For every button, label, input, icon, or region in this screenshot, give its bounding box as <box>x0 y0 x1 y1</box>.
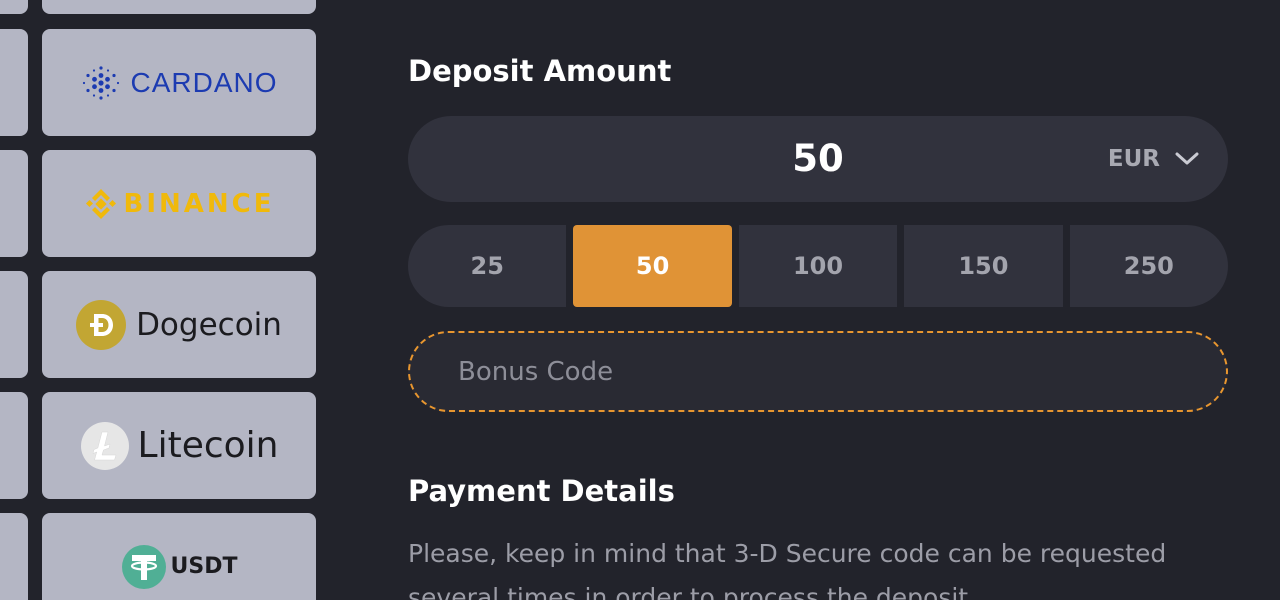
currency-select[interactable]: EUR <box>1108 116 1200 202</box>
method-tile-litecoin[interactable]: Litecoin <box>42 392 316 499</box>
method-tile-partial[interactable] <box>0 392 28 499</box>
currency-label: EUR <box>1107 146 1160 172</box>
method-tile-partial[interactable] <box>0 29 28 136</box>
method-tile-partial[interactable] <box>0 271 28 378</box>
method-tile-cardano[interactable]: CARDANO <box>42 29 316 136</box>
bonus-code-input[interactable]: Bonus Code <box>408 331 1228 412</box>
binance-icon <box>84 187 118 221</box>
chevron-down-icon <box>1174 146 1200 172</box>
method-tile-dogecoin[interactable]: Dogecoin <box>42 271 316 378</box>
preset-250-button[interactable]: 250 <box>1069 225 1229 307</box>
amount-input[interactable]: 50 EUR <box>408 116 1228 202</box>
litecoin-logo-text: Litecoin <box>137 425 279 466</box>
preset-100-button[interactable]: 100 <box>738 225 898 307</box>
deposit-page: CARDANO BINANCE Dogecoin Litecoin USDT D… <box>0 0 1280 600</box>
method-tile-partial[interactable] <box>0 0 28 14</box>
preset-25-button[interactable]: 25 <box>408 225 567 307</box>
dogecoin-logo-text: Dogecoin <box>136 306 282 343</box>
bonus-code-placeholder: Bonus Code <box>458 356 614 387</box>
amount-presets: 25 50 100 150 250 <box>408 225 1229 307</box>
method-tile-partial[interactable] <box>42 0 316 14</box>
tether-icon <box>121 544 167 590</box>
method-tile-usdt[interactable]: USDT <box>42 513 316 600</box>
cardano-logo-text: CARDANO <box>130 66 278 98</box>
payment-details-title: Payment Details <box>408 474 675 508</box>
preset-50-button[interactable]: 50 <box>573 225 732 307</box>
usdt-logo-text: USDT <box>170 554 238 579</box>
litecoin-icon <box>80 421 130 471</box>
binance-logo-text: BINANCE <box>123 188 275 219</box>
dogecoin-icon <box>76 299 127 350</box>
payment-details-text: Please, keep in mind that 3-D Secure cod… <box>408 539 1167 600</box>
deposit-form: Deposit Amount 50 EUR 25 50 100 150 250 … <box>408 0 1229 600</box>
amount-value[interactable]: 50 <box>408 116 1228 202</box>
preset-150-button[interactable]: 150 <box>904 225 1063 307</box>
deposit-amount-title: Deposit Amount <box>408 54 672 88</box>
method-tile-binance[interactable]: BINANCE <box>42 150 316 257</box>
method-tile-partial[interactable] <box>0 150 28 257</box>
cardano-icon <box>80 62 122 104</box>
method-tile-partial[interactable] <box>0 513 28 600</box>
